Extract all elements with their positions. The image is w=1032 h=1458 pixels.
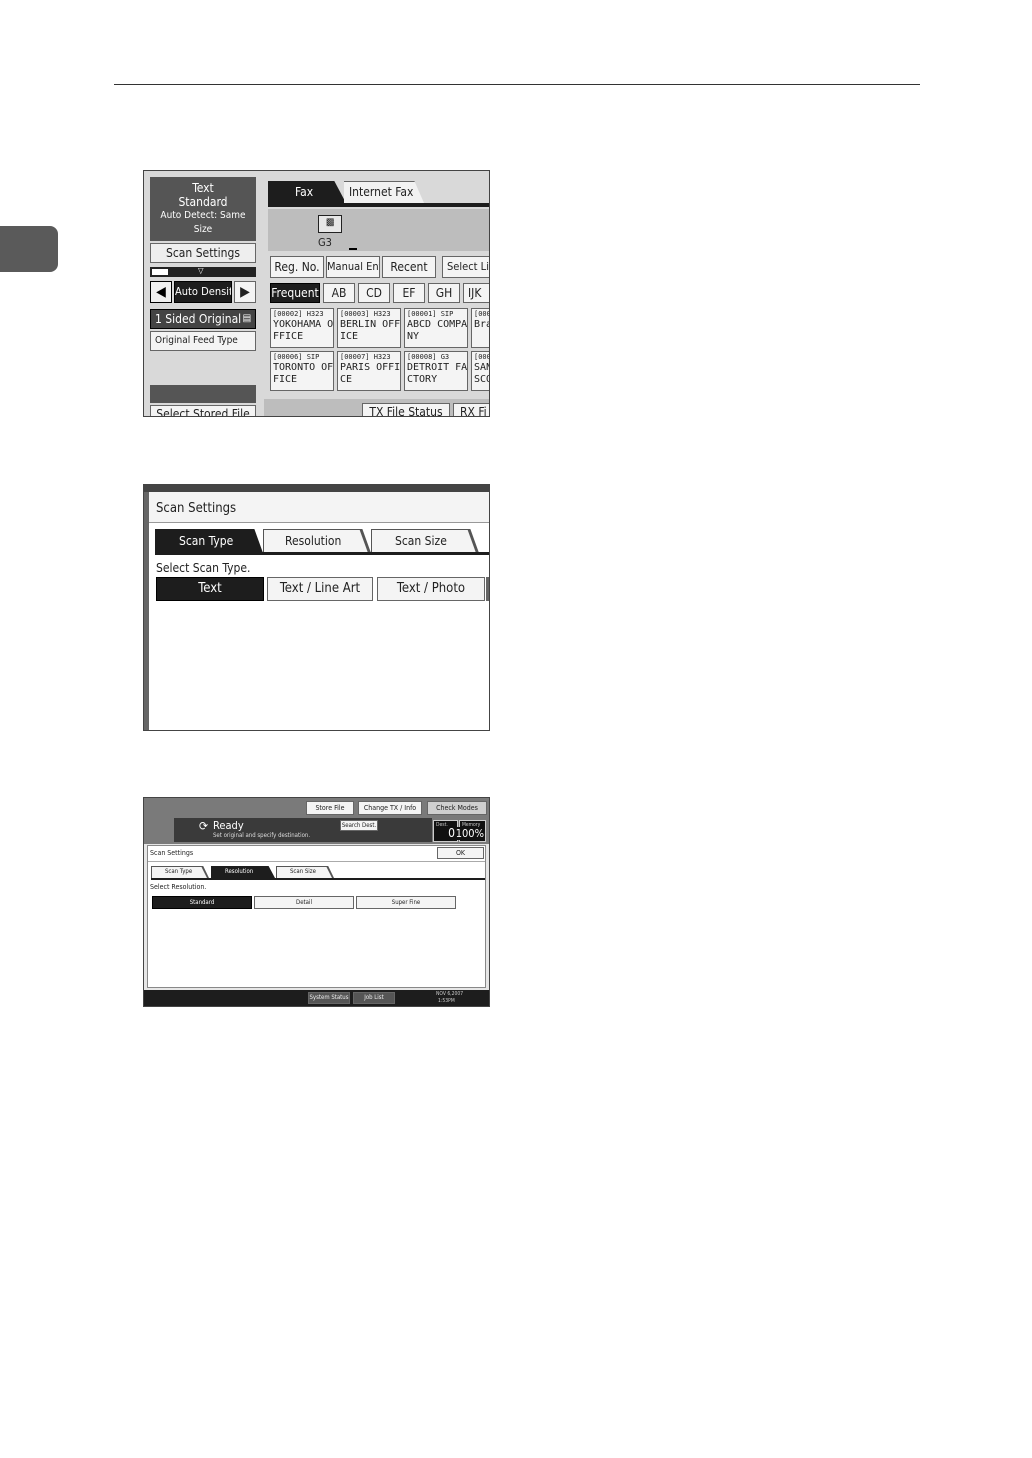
scan-type-next-button-edge (486, 577, 489, 601)
scan-type-text-photo-button[interactable]: Text / Photo (377, 577, 485, 601)
index-tab-gh[interactable]: GH (428, 283, 460, 303)
select-scan-type-prompt: Select Scan Type. (156, 561, 251, 575)
fax-machine-icon: ▩ (318, 215, 342, 233)
input-cursor (349, 248, 357, 250)
store-file-button[interactable]: Store File (306, 801, 354, 815)
scan-type-text-button[interactable]: Text (156, 577, 264, 601)
resolution-detail-button[interactable]: Detail (254, 896, 354, 909)
index-tab-cd[interactable]: CD (358, 283, 390, 303)
left-arrow-icon: ◀ (156, 284, 166, 300)
top-border-bar (144, 485, 489, 492)
manual-entry-button[interactable]: Manual Entry (326, 256, 380, 278)
left-panel-spacer (150, 385, 256, 403)
date-display: NOV 6,2007 (436, 991, 464, 997)
ready-icon: ⟳ (199, 819, 209, 833)
index-tab-ef[interactable]: EF (393, 283, 425, 303)
tab-underline (268, 203, 489, 207)
status-text: Ready (213, 819, 244, 832)
index-tab-ijk[interactable]: IJK (463, 283, 489, 303)
tab-fax[interactable]: Fax (268, 181, 346, 203)
status-subtext: Set original and specify destination. (213, 832, 311, 839)
tab-underline (155, 552, 489, 555)
density-bar: ▽ (150, 267, 256, 277)
time-display: 1:53PM (438, 998, 455, 1004)
original-feed-type-button[interactable]: Original Feed Type ▣▤ (150, 331, 256, 351)
select-line-button[interactable]: Select Line (442, 256, 489, 278)
destination-button[interactable]: [00002] H323 YOKOHAMA O FFICE (270, 308, 334, 348)
change-tx-info-button[interactable]: Change TX / Info (358, 801, 422, 815)
job-list-button[interactable]: Job List (353, 992, 395, 1004)
scan-settings-button[interactable]: Scan Settings (150, 243, 256, 263)
title-divider (148, 861, 485, 862)
dest-counter: Dest. 0 (433, 820, 458, 842)
resolution-standard-button[interactable]: Standard (152, 896, 252, 909)
sided-original-label: 1 Sided Original (155, 312, 242, 326)
scan-type-text-line-art-button[interactable]: Text / Line Art (267, 577, 373, 601)
feed-orientation-icon: ▣▤ (236, 350, 253, 351)
auto-density-button[interactable]: Auto Density (174, 281, 232, 303)
destination-button[interactable]: [000 SANSCO (471, 351, 489, 391)
scan-settings-title: Scan Settings (156, 501, 237, 516)
destination-button[interactable]: [00003] H323 BERLIN OFF ICE (337, 308, 401, 348)
tab-scan-type[interactable]: Scan Type (151, 866, 209, 878)
search-dest-button[interactable]: Search Dest. (340, 820, 378, 831)
destination-button[interactable]: [00006] SIP TORONTO OF FICE (270, 351, 334, 391)
destination-display: ▩ G3 (268, 209, 489, 251)
tab-scan-size[interactable]: Scan Size (276, 866, 334, 878)
header-rule (114, 84, 920, 85)
chapter-tab (0, 226, 58, 272)
destination-button[interactable]: [00008] G3 DETROIT FA CTORY (404, 351, 468, 391)
index-tab-frequent[interactable]: Frequent (270, 283, 320, 303)
index-tab-ab[interactable]: AB (323, 283, 355, 303)
check-modes-button[interactable]: Check Modes (427, 801, 487, 815)
summary-resolution: Standard (178, 195, 228, 209)
left-edge (144, 492, 149, 730)
settings-summary: Text Standard Auto Detect: Same Size (150, 177, 256, 241)
tab-underline (151, 878, 485, 880)
sided-original-button[interactable]: 1 Sided Original ▤ (150, 309, 256, 329)
tab-scan-size[interactable]: Scan Size (371, 529, 479, 553)
fax-screen-screenshot: Text Standard Auto Detect: Same Size Sca… (143, 170, 490, 417)
line-type-label: G3 (318, 236, 332, 249)
destination-button[interactable]: [000 Bra (471, 308, 489, 348)
right-arrow-icon: ▶ (240, 284, 250, 300)
tab-resolution[interactable]: Resolution (263, 529, 371, 553)
select-stored-file-button[interactable]: Select Stored File (150, 405, 256, 416)
original-feed-type-label: Original Feed Type (155, 335, 238, 346)
select-resolution-prompt: Select Resolution. (150, 883, 207, 891)
density-lighter-button[interactable]: ◀ (150, 281, 172, 303)
recent-button[interactable]: Recent (382, 256, 436, 278)
sided-original-icon: ▤ (242, 313, 251, 324)
tab-internet-fax[interactable]: Internet Fax (344, 181, 424, 203)
summary-size: Auto Detect: Same Size (160, 210, 246, 235)
summary-scan-type: Text (192, 181, 214, 195)
resolution-screen-screenshot: Store File Change TX / Info Check Modes … (143, 797, 490, 1007)
destination-button[interactable]: [00001] SIP ABCD COMPA NY (404, 308, 468, 348)
scan-settings-title: Scan Settings (150, 849, 194, 857)
resolution-super-fine-button[interactable]: Super Fine (356, 896, 456, 909)
density-indicator-icon: ▽ (198, 266, 204, 275)
tab-resolution[interactable]: Resolution (211, 866, 275, 878)
memory-indicator: Memory 100% (455, 820, 486, 842)
density-darker-button[interactable]: ▶ (234, 281, 256, 303)
system-status-button[interactable]: System Status (308, 992, 350, 1004)
destination-button[interactable]: [00007] H323 PARIS OFFI CE (337, 351, 401, 391)
tab-scan-type[interactable]: Scan Type (155, 529, 263, 553)
ok-button[interactable]: OK (437, 847, 484, 859)
rx-file-button[interactable]: RX Fi (453, 403, 489, 416)
reg-no-button[interactable]: Reg. No. (270, 256, 324, 278)
scan-settings-screenshot: Scan Settings Scan Type Resolution Scan … (143, 484, 490, 731)
tx-file-status-button[interactable]: TX File Status (362, 403, 450, 416)
